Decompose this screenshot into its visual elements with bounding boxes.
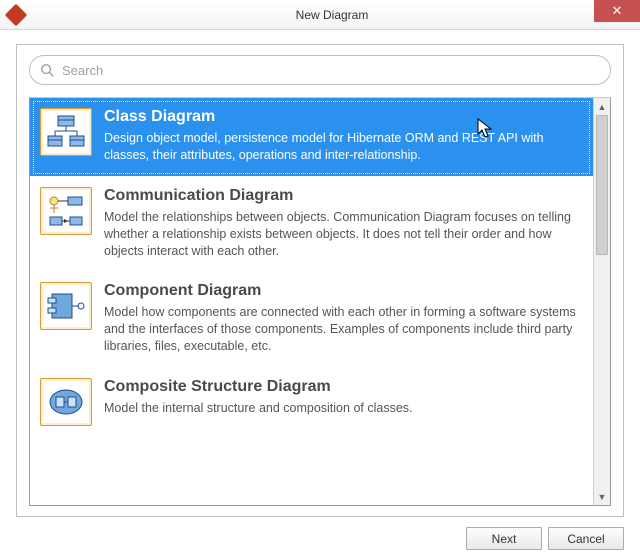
- list-item[interactable]: Composite Structure Diagram Model the int…: [30, 368, 593, 439]
- scroll-track[interactable]: [594, 115, 610, 488]
- cancel-button[interactable]: Cancel: [548, 527, 624, 550]
- list-item-title: Composite Structure Diagram: [104, 378, 583, 396]
- dialog-footer: Next Cancel: [16, 517, 624, 550]
- list-item[interactable]: Communication Diagram Model the relations…: [30, 177, 593, 273]
- window-title: New Diagram: [24, 8, 640, 22]
- scroll-up-button[interactable]: ▲: [594, 98, 610, 115]
- diagram-list[interactable]: Class Diagram Design object model, persis…: [30, 98, 593, 505]
- list-item-body: Component Diagram Model how components ar…: [104, 282, 583, 355]
- list-item[interactable]: Class Diagram Design object model, persis…: [30, 98, 593, 177]
- close-icon: ✕: [612, 3, 623, 19]
- search-icon: [40, 63, 54, 77]
- list-item-title: Communication Diagram: [104, 187, 583, 205]
- scrollbar[interactable]: ▲ ▼: [593, 98, 610, 505]
- scroll-down-button[interactable]: ▼: [594, 488, 610, 505]
- close-button[interactable]: ✕: [594, 0, 640, 22]
- list-item-title: Class Diagram: [104, 108, 583, 126]
- scroll-thumb[interactable]: [596, 115, 608, 255]
- diagram-list-container: Class Diagram Design object model, persis…: [29, 97, 611, 506]
- communication-diagram-icon: [40, 187, 92, 235]
- list-item-desc: Design object model, persistence model f…: [104, 130, 583, 164]
- list-item-desc: Model the internal structure and composi…: [104, 400, 583, 417]
- list-item-body: Composite Structure Diagram Model the int…: [104, 378, 583, 426]
- list-item-body: Class Diagram Design object model, persis…: [104, 108, 583, 164]
- list-item-title: Component Diagram: [104, 282, 583, 300]
- search-input[interactable]: [62, 63, 598, 78]
- component-diagram-icon: [40, 282, 92, 330]
- list-item-desc: Model how components are connected with …: [104, 304, 583, 355]
- content-panel: Class Diagram Design object model, persis…: [16, 44, 624, 517]
- list-item-body: Communication Diagram Model the relations…: [104, 187, 583, 260]
- class-diagram-icon: [40, 108, 92, 156]
- search-box[interactable]: [29, 55, 611, 85]
- next-button[interactable]: Next: [466, 527, 542, 550]
- list-item[interactable]: Component Diagram Model how components ar…: [30, 272, 593, 368]
- search-row: [29, 55, 611, 85]
- list-item-desc: Model the relationships between objects.…: [104, 209, 583, 260]
- dialog-body: Class Diagram Design object model, persis…: [0, 30, 640, 560]
- titlebar: New Diagram ✕: [0, 0, 640, 30]
- composite-structure-diagram-icon: [40, 378, 92, 426]
